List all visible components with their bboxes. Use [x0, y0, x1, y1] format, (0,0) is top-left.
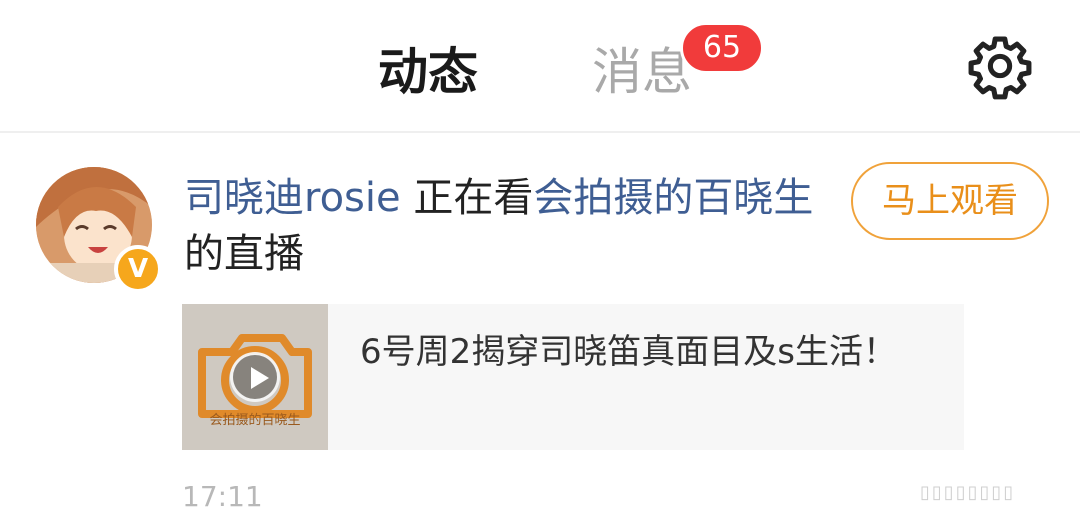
thumb-caption: 会拍摄的百晓生 [209, 412, 300, 428]
user-name-link[interactable]: 司晓迪rosie [184, 175, 401, 221]
play-icon[interactable] [230, 352, 280, 402]
user-avatar[interactable]: V [36, 167, 162, 293]
live-stream-card[interactable]: 会拍摄的百晓生 6号周2揭穿司晓笛真面目及s生活！ [182, 304, 964, 450]
feed-headline: 司晓迪rosie 正在看会拍摄的百晓生 的直播 [184, 170, 824, 282]
messages-unread-badge: 65 [680, 22, 764, 74]
watermark: ▯▯▯▯▯▯▯▯ [920, 482, 1016, 502]
action-text: 正在看 [400, 175, 534, 221]
post-timestamp: 17:11 [182, 480, 263, 513]
verified-v-icon: V [114, 245, 162, 293]
suffix-text: 的直播 [184, 231, 304, 277]
watch-now-button[interactable]: 马上观看 [851, 162, 1049, 240]
tab-messages-label: 消息 [592, 43, 692, 101]
gear-icon[interactable] [966, 32, 1034, 100]
tab-messages[interactable]: 消息 [592, 42, 692, 102]
top-bar: 动态 消息 65 [0, 0, 1080, 132]
tab-dynamics[interactable]: 动态 [376, 42, 486, 102]
tab-dynamics-label: 动态 [378, 43, 478, 101]
header-divider [0, 131, 1080, 133]
stream-thumbnail: 会拍摄的百晓生 [182, 304, 328, 450]
channel-link[interactable]: 会拍摄的百晓生 [533, 175, 813, 221]
stream-title: 6号周2揭穿司晓笛真面目及s生活！ [360, 332, 897, 372]
